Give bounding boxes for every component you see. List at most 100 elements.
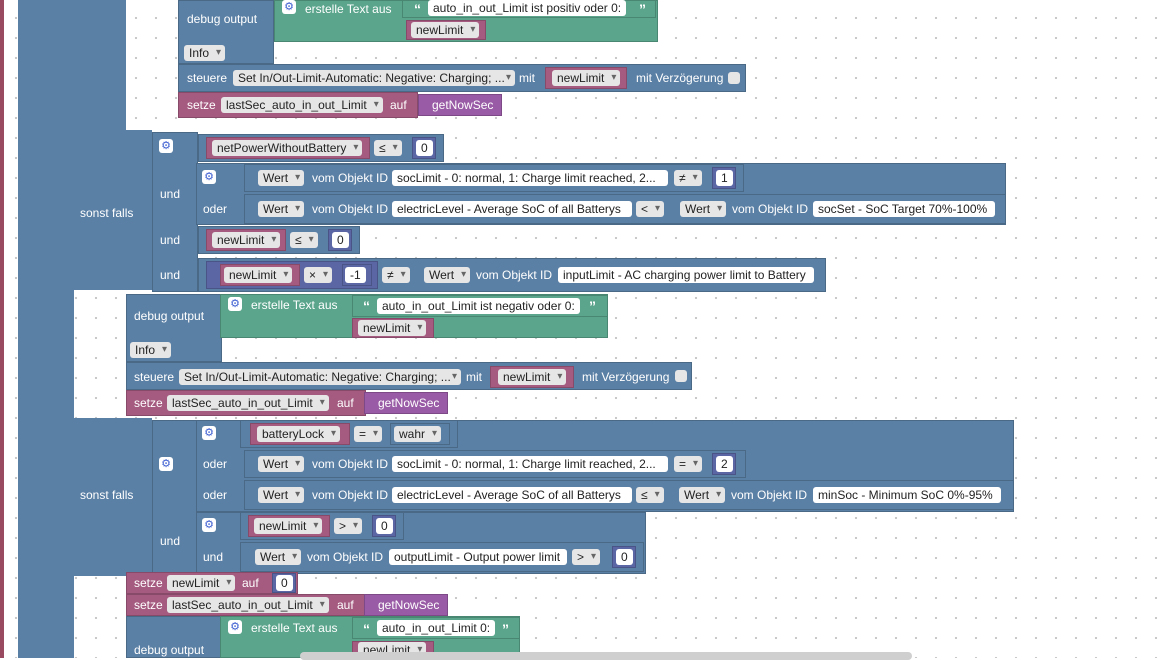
left-edge	[0, 0, 4, 658]
object-field-soclimit-1[interactable]: socLimit - 0: normal, 1: Charge limit re…	[392, 170, 668, 186]
gear-icon[interactable]: ⚙	[159, 457, 173, 471]
gear-icon[interactable]: ⚙	[228, 297, 242, 311]
num-field-0-5[interactable]: 0	[276, 575, 293, 591]
object-id-label-8: vom Objekt ID	[307, 550, 384, 564]
control-target-dropdown-2[interactable]: Set In/Out-Limit-Automatic: Negative: Ch…	[179, 369, 461, 385]
object-id-label-6: vom Objekt ID	[312, 488, 389, 502]
value-dropdown-5[interactable]: Wert	[258, 456, 305, 472]
op-dropdown-eq-2[interactable]: =	[674, 456, 703, 472]
op-dropdown-times[interactable]: ×	[304, 267, 333, 283]
object-field-outputlimit[interactable]: outputLimit - Output power limit	[389, 549, 567, 565]
setze-label-3: setze	[134, 576, 163, 590]
op-dropdown-neq-1[interactable]: ≠	[674, 170, 702, 186]
object-id-label-1: vom Objekt ID	[312, 171, 389, 185]
setze-var-dropdown-1[interactable]: lastSec_auto_in_out_Limit	[221, 97, 383, 113]
value-dropdown-6[interactable]: Wert	[258, 487, 305, 503]
gear-icon[interactable]: ⚙	[228, 620, 242, 634]
setze-var-dropdown-2[interactable]: lastSec_auto_in_out_Limit	[167, 395, 329, 411]
delay-checkbox-2[interactable]	[675, 370, 687, 382]
value-dropdown-1[interactable]: Wert	[258, 170, 305, 186]
object-field-electric-1[interactable]: electricLevel - Average SoC of all Batte…	[392, 201, 632, 217]
debug-output-label-2: debug output	[134, 309, 205, 323]
info-dropdown-2[interactable]: Info	[130, 342, 172, 358]
delay-label-2: mit Verzögerung	[582, 370, 670, 384]
value-dropdown-3[interactable]: Wert	[680, 201, 727, 217]
object-field-minsoc[interactable]: minSoc - Minimum SoC 0%-95%	[813, 487, 1001, 503]
var-dropdown-batterylock[interactable]: batteryLock	[257, 426, 341, 442]
quote-open-icon: “	[363, 621, 370, 637]
setze-var-dropdown-3[interactable]: newLimit	[167, 575, 236, 591]
value-dropdown-7[interactable]: Wert	[679, 487, 726, 503]
info-dropdown-1[interactable]: Info	[184, 45, 226, 61]
op-dropdown-lt-1[interactable]: <	[636, 201, 665, 217]
create-text-label-1: erstelle Text aus	[305, 2, 392, 16]
op-dropdown-neq-2[interactable]: ≠	[382, 267, 410, 283]
object-field-electric-2[interactable]: electricLevel - Average SoC of all Batte…	[392, 487, 632, 503]
op-dropdown-lte-2[interactable]: ≤	[290, 232, 318, 248]
object-id-label-5: vom Objekt ID	[312, 457, 389, 471]
mache-label-2: mache	[80, 298, 117, 312]
logic-and-block-2[interactable]	[152, 420, 198, 574]
oder-label-3: oder	[203, 488, 228, 502]
num-field-minus-one[interactable]: -1	[345, 267, 366, 283]
op-dropdown-lte-1[interactable]: ≤	[374, 140, 402, 156]
value-dropdown-2[interactable]: Wert	[258, 201, 305, 217]
gear-icon[interactable]: ⚙	[202, 426, 216, 440]
quote-close-icon: ”	[639, 1, 646, 17]
object-field-soclimit-2[interactable]: socLimit - 0: normal, 1: Charge limit re…	[392, 456, 668, 472]
setze-var-dropdown-4[interactable]: lastSec_auto_in_out_Limit	[167, 597, 329, 613]
setze-label-4: setze	[134, 598, 163, 612]
delay-checkbox-1[interactable]	[728, 72, 740, 84]
object-id-label-7: vom Objekt ID	[731, 488, 808, 502]
op-dropdown-gt-1[interactable]: >	[334, 518, 363, 534]
object-field-inputlimit[interactable]: inputLimit - AC charging power limit to …	[558, 267, 814, 283]
text-field-zero[interactable]: auto_in_out_Limit 0:	[377, 620, 496, 636]
object-field-socset[interactable]: socSet - SoC Target 70%-100%	[813, 201, 995, 217]
var-dropdown-newlimit-5[interactable]: newLimit	[358, 320, 427, 336]
setze-label-1: setze	[187, 98, 216, 112]
num-field-0-4[interactable]: 0	[616, 549, 633, 565]
auf-label-2: auf	[337, 396, 354, 410]
var-dropdown-newlimit-2[interactable]: newLimit	[552, 70, 621, 86]
op-dropdown-lte-3[interactable]: ≤	[636, 487, 664, 503]
var-dropdown-newlimit-6[interactable]: newLimit	[498, 369, 567, 385]
var-dropdown-newlimit-1[interactable]: newLimit	[411, 22, 480, 38]
quote-close-icon: ”	[502, 621, 509, 637]
var-dropdown-newlimit-3[interactable]: newLimit	[212, 232, 281, 248]
gear-icon[interactable]: ⚙	[159, 139, 173, 153]
text-field-negative[interactable]: auto_in_out_Limit ist negativ oder 0:	[377, 298, 580, 314]
object-id-label-2: vom Objekt ID	[312, 202, 389, 216]
num-field-0-3[interactable]: 0	[376, 518, 393, 534]
bool-dropdown-wahr[interactable]: wahr	[394, 426, 442, 442]
if-block-spine[interactable]	[18, 0, 74, 658]
sonst-falls-label-1: sonst falls	[80, 206, 134, 220]
auf-label-1: auf	[390, 98, 407, 112]
var-dropdown-newlimit-4[interactable]: newLimit	[224, 267, 293, 283]
num-field-0-1[interactable]: 0	[416, 140, 433, 156]
quote-open-icon: “	[414, 1, 421, 17]
und-label-1: und	[160, 187, 181, 201]
quote-open-icon: “	[363, 298, 370, 314]
num-field-0-2[interactable]: 0	[332, 232, 349, 248]
op-dropdown-eq-1[interactable]: =	[354, 426, 383, 442]
und-label-2: und	[160, 233, 181, 247]
getnowsec-label-2: getNowSec	[378, 396, 440, 410]
num-field-1[interactable]: 1	[716, 170, 733, 186]
object-id-label-3: vom Objekt ID	[732, 202, 809, 216]
num-field-2[interactable]: 2	[716, 456, 733, 472]
text-field-positive[interactable]: auto_in_out_Limit ist positiv oder 0:	[428, 0, 627, 16]
if-mache-area-1	[74, 0, 126, 130]
steuere-label-2: steuere	[134, 370, 175, 384]
value-dropdown-4[interactable]: Wert	[424, 267, 471, 283]
create-text-label-2: erstelle Text aus	[251, 298, 338, 312]
control-target-dropdown-1[interactable]: Set In/Out-Limit-Automatic: Negative: Ch…	[233, 70, 515, 86]
op-dropdown-gt-2[interactable]: >	[572, 549, 601, 565]
var-dropdown-newlimit-7[interactable]: newLimit	[254, 518, 323, 534]
var-dropdown-netpower[interactable]: netPowerWithoutBattery	[212, 140, 363, 156]
horizontal-scrollbar[interactable]	[300, 652, 912, 660]
value-dropdown-8[interactable]: Wert	[255, 549, 302, 565]
mit-label-1: mit	[519, 71, 535, 85]
gear-icon[interactable]: ⚙	[202, 518, 216, 532]
gear-icon[interactable]: ⚙	[202, 170, 216, 184]
gear-icon[interactable]: ⚙	[282, 0, 296, 14]
